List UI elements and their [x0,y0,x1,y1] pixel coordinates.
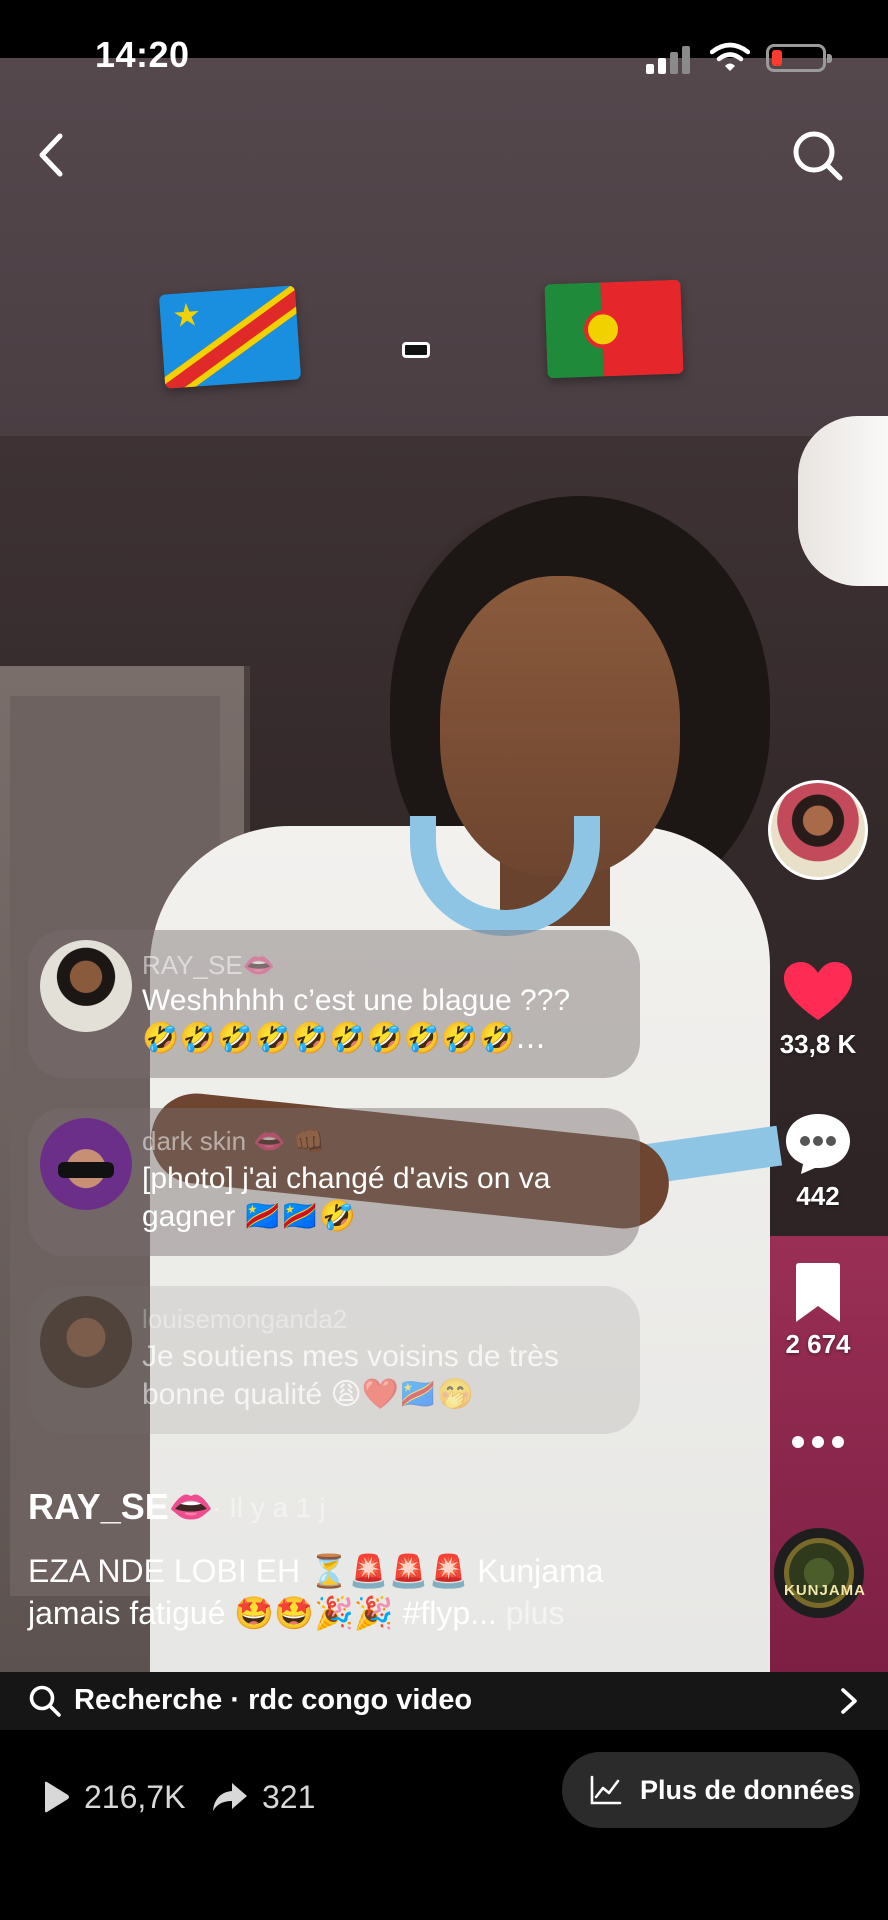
save-button[interactable]: 2 674 [768,1262,868,1360]
cellular-signal-icon [646,44,692,74]
bookmark-icon [796,1263,840,1322]
comment-text: Je soutiens mes voisins de très bonne qu… [142,1340,559,1411]
more-options-button[interactable] [768,1432,868,1457]
play-icon [45,1781,69,1813]
music-disc-label: KUNJAMA [784,1582,866,1599]
portugal-flag-icon [544,279,684,379]
wifi-icon [710,42,750,71]
commenter-avatar[interactable] [40,1296,132,1388]
caption-timestamp: · Il y a 1 j [212,1492,326,1523]
comment-bubble[interactable]: dark skin 👄 👊🏾 [photo] j'ai changé d'avi… [28,1108,640,1256]
share-count-value: 321 [262,1778,316,1815]
like-button[interactable]: 33,8 K [768,960,868,1060]
caption-more-link[interactable]: plus [506,1595,565,1631]
related-search-text: Recherche · rdc congo video [74,1684,473,1716]
search-icon [793,131,843,181]
commenter-name: louisemonganda2 [142,1304,348,1334]
creator-avatar[interactable] [768,780,868,880]
drc-flag-icon: ★ [158,285,302,389]
status-bar: 14:20 [0,0,888,75]
more-data-button[interactable]: Plus de données [562,1752,860,1828]
commenter-avatar[interactable] [40,1118,132,1210]
comment-bubble[interactable]: RAY_SE👄 Weshhhhh c’est une blague ??? 🤣🤣… [28,930,640,1078]
caption-text[interactable]: EZA NDE LOBI EH ⏳🚨🚨🚨 Kunjama jamais fati… [28,1550,668,1634]
commenter-name: RAY_SE👄 [142,950,276,980]
comment-bubble-icon [786,1114,850,1174]
status-time: 14:20 [95,34,190,75]
comment-text: [photo] j'ai changé d'avis on va gagner … [142,1162,551,1233]
ellipsis-icon [792,1436,844,1448]
chevron-right-icon [841,1688,857,1714]
related-search-bar[interactable]: Recherche · rdc congo video [0,1672,888,1730]
music-disc[interactable]: KUNJAMA [774,1528,866,1618]
video-background-lamp [798,416,888,586]
comment-button[interactable]: 442 [768,1110,868,1212]
comment-emojis: 🤣🤣🤣🤣🤣🤣🤣🤣🤣🤣… [142,1021,546,1056]
chevron-left-icon [39,133,63,177]
comment-text: Weshhhhh c’est une blague ??? 🤣🤣🤣🤣🤣🤣🤣🤣🤣🤣… [142,982,632,1058]
like-count: 33,8 K [779,1029,857,1059]
commenter-name: dark skin 👄 👊🏾 [142,1126,326,1156]
comment-bubble[interactable]: louisemonganda2 Je soutiens mes voisins … [28,1286,640,1434]
commenter-avatar[interactable] [40,940,132,1032]
save-count: 2 674 [785,1329,851,1359]
more-data-label: Plus de données [640,1774,855,1805]
analytics-chart-icon [590,1775,622,1805]
search-icon [29,1685,61,1717]
comment-count: 442 [796,1181,840,1211]
video-background-wall [0,56,888,436]
caption-username[interactable]: RAY_SE👄 [28,1486,214,1528]
view-count-value: 216,7K [84,1778,186,1815]
view-count: 216,7K [42,1772,185,1822]
heart-icon [784,962,852,1020]
search-button[interactable] [790,128,846,184]
share-count[interactable]: 321 [212,1772,315,1822]
back-button[interactable] [30,130,74,180]
share-arrow-icon [213,1783,247,1811]
versus-dash [402,342,430,358]
battery-icon [766,44,832,72]
comment-text-line: Weshhhhh c’est une blague ??? [142,984,571,1017]
bottom-stats-bar: 216,7K 321 Plus de données [0,1730,888,1920]
